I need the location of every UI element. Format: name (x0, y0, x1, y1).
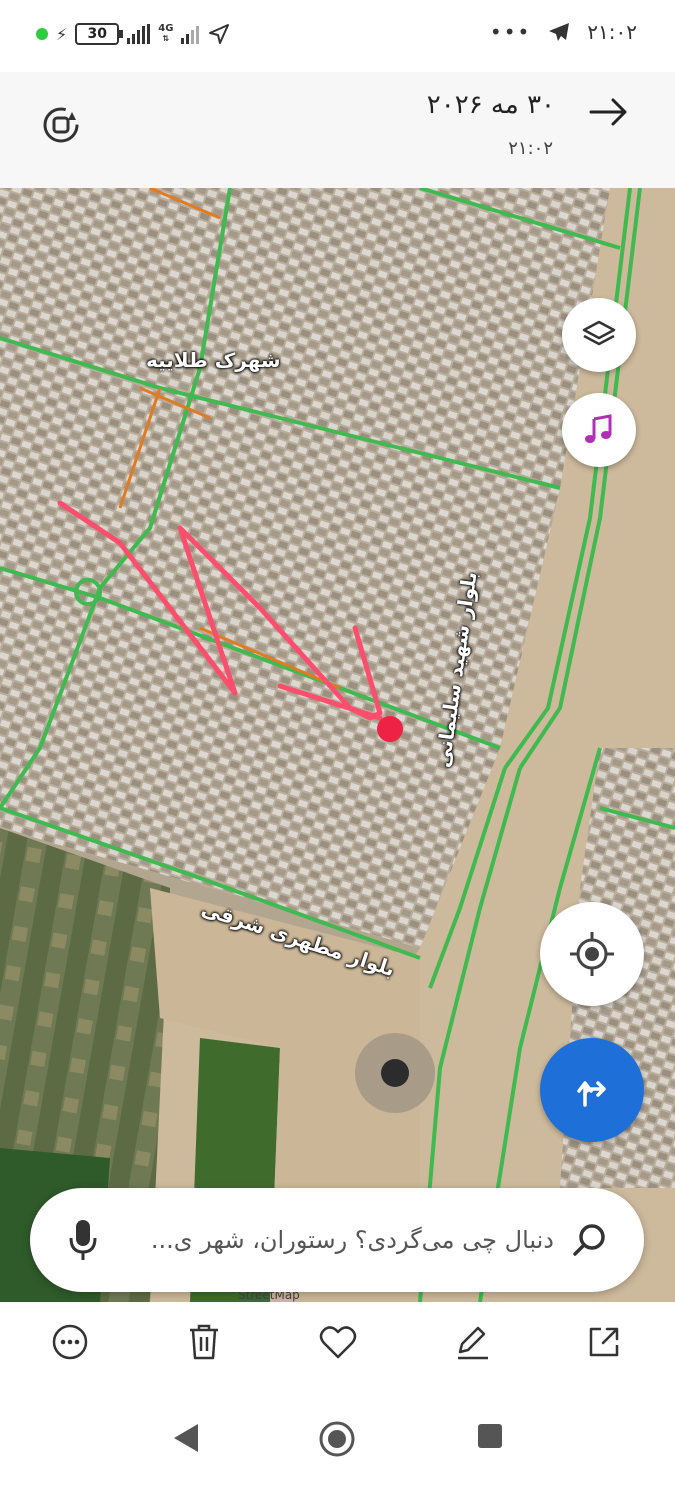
music-note-icon (585, 414, 612, 443)
trash-icon (190, 1324, 218, 1360)
refresh-button[interactable] (38, 102, 84, 148)
back-button[interactable] (587, 94, 631, 130)
charging-icon: ⚡ (56, 24, 68, 44)
heart-icon (319, 1326, 357, 1359)
status-time: ۲۱:۰۲ (587, 20, 637, 44)
nav-back-button[interactable] (172, 1422, 200, 1458)
directions-button[interactable] (540, 1038, 644, 1142)
nav-home-button[interactable] (318, 1420, 356, 1462)
triangle-back-icon (174, 1424, 198, 1452)
search-icon[interactable] (570, 1220, 610, 1260)
locate-me-button[interactable] (540, 902, 644, 1006)
pencil-icon (458, 1326, 488, 1360)
map-view[interactable]: شهرک طلاییه بلوار مطهری شرقی بلوار شهید … (0, 188, 675, 1302)
header-time: ۲۱:۰۲ (508, 138, 553, 159)
status-bar: ⚡ 30 4G ⇅ ••• ۲۱:۰۲ (0, 0, 675, 72)
status-right: ••• ۲۱:۰۲ (490, 20, 637, 44)
favorite-button[interactable] (314, 1318, 362, 1366)
search-bar[interactable] (30, 1188, 644, 1292)
system-nav-bar (0, 1382, 675, 1500)
action-bar (0, 1302, 675, 1382)
share-icon (589, 1327, 619, 1357)
share-button[interactable] (580, 1318, 628, 1366)
refresh-icon (43, 107, 79, 143)
more-notifications-icon: ••• (489, 20, 532, 44)
music-button[interactable] (562, 393, 636, 467)
home-circle-icon (319, 1421, 355, 1457)
delete-button[interactable] (180, 1318, 228, 1366)
directions-icon (577, 1081, 606, 1107)
battery-icon: 30 (75, 23, 124, 45)
telegram-icon (549, 23, 570, 41)
layers-button[interactable] (562, 298, 636, 372)
header-date: ۳۰ مه ۲۰۲۶ (426, 90, 555, 120)
edit-button[interactable] (448, 1318, 496, 1366)
nav-recents-button[interactable] (476, 1422, 504, 1454)
crosshair-icon (570, 932, 614, 976)
search-input[interactable] (114, 1218, 554, 1262)
square-recents-icon (478, 1424, 502, 1448)
location-arrow-icon (209, 24, 230, 44)
status-left: ⚡ 30 4G ⇅ (36, 22, 231, 46)
network-type: 4G ⇅ (158, 23, 174, 44)
map-label-talayie: شهرک طلاییه (146, 348, 281, 372)
layers-icon (582, 320, 616, 346)
map-header: ۳۰ مه ۲۰۲۶ ۲۱:۰۲ (0, 72, 675, 188)
camera-indicator-dot (36, 28, 48, 40)
signal-icon (127, 24, 151, 44)
signal-2-icon (181, 24, 200, 44)
more-button[interactable] (46, 1318, 94, 1366)
arrow-right-icon (589, 98, 627, 126)
microphone-icon[interactable] (66, 1216, 100, 1264)
more-icon (52, 1324, 88, 1360)
